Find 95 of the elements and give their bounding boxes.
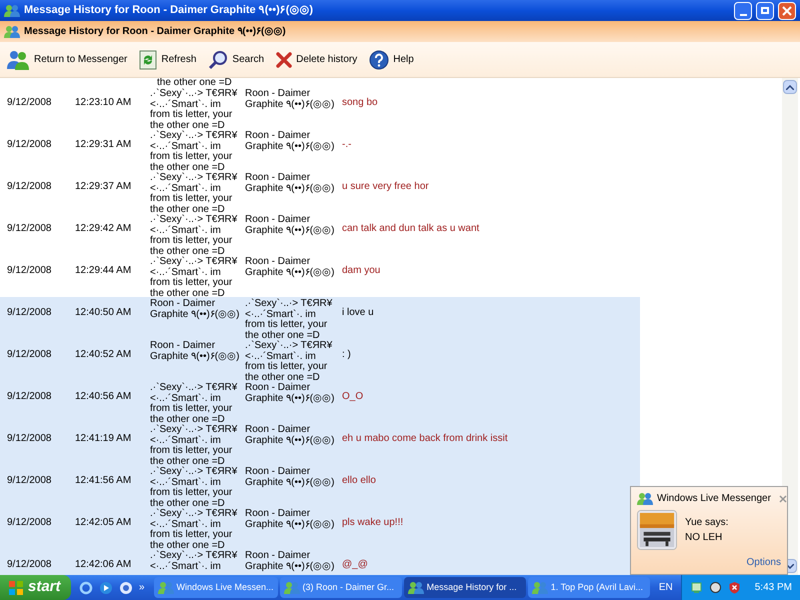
clock: 5:43 PM bbox=[754, 581, 792, 595]
toolbar-button[interactable]: Refresh bbox=[139, 50, 196, 70]
security-alert-icon[interactable] bbox=[728, 581, 741, 594]
scroll-up-icon[interactable] bbox=[783, 80, 797, 94]
time-cell: 12:42:06 AM bbox=[75, 559, 132, 570]
recipient-cell-text: Roon - Daimer Graphite ٩(••)۶(◎◎) bbox=[245, 89, 336, 110]
date-cell: 9/12/2008 bbox=[7, 517, 52, 528]
message-cell: @_@ bbox=[342, 559, 368, 570]
sender-cell-text: .·`Sexy`·..·> T€ЯR¥ <·..·´Smart`·. im from tis letter, your the other one =D bbox=[150, 509, 238, 550]
taskbar-button[interactable]: (3) Roon - Daimer Gr... bbox=[280, 577, 402, 598]
sender-cell-text: .·`Sexy`·..·> T€ЯR¥ <·..·´Smart`·. im from tis letter, your the other one =D bbox=[150, 215, 238, 256]
time-cell: 12:29:44 AM bbox=[75, 265, 132, 276]
date-cell: 9/12/2008 bbox=[7, 559, 52, 570]
network-icon[interactable] bbox=[690, 581, 703, 594]
time-cell: 12:23:10 AM bbox=[75, 97, 132, 108]
time-cell: 12:41:19 AM bbox=[75, 433, 132, 444]
recipient-cell-text: Roon - Daimer Graphite ٩(••)۶(◎◎) bbox=[245, 467, 336, 488]
people-icon bbox=[6, 48, 30, 70]
minimize-button[interactable] bbox=[734, 2, 752, 20]
recipient-cell-text: .·`Sexy`·..·> T€ЯR¥ <·..·´Smart`·. im from tis letter, your the other one =D bbox=[245, 299, 334, 340]
sender-cell-text: Roon - Daimer Graphite ٩(••)۶(◎◎) bbox=[150, 341, 240, 362]
toolbar-button[interactable]: Return to Messenger bbox=[6, 48, 128, 70]
sender-cell-text: .·`Sexy`·..·> T€ЯR¥ <·..·´Smart`·. im bbox=[150, 551, 238, 572]
sender-cell-text: .·`Sexy`·..·> T€ЯR¥ <·..·´Smart`·. im from tis letter, your the other one =D bbox=[150, 425, 238, 466]
restore-button[interactable] bbox=[756, 2, 774, 20]
taskbar-button[interactable]: Windows Live Messen... bbox=[154, 577, 278, 598]
recipient-cell-text: Roon - Daimer Graphite ٩(••)۶(◎◎) bbox=[245, 131, 336, 152]
toolbar-button[interactable]: Delete history bbox=[276, 52, 358, 68]
recipient-cell-text: Roon - Daimer Graphite ٩(••)۶(◎◎) bbox=[245, 509, 336, 530]
time-cell: 12:40:56 AM bbox=[75, 391, 132, 402]
popup-message: NO LEH bbox=[685, 531, 724, 545]
date-cell: 9/12/2008 bbox=[7, 307, 52, 318]
toolbar-button[interactable]: Help bbox=[369, 50, 414, 70]
taskbar-button[interactable]: Message History for ... bbox=[404, 577, 526, 598]
options-link[interactable]: Options bbox=[746, 555, 781, 570]
message-cell: : ) bbox=[342, 349, 351, 360]
refresh-icon bbox=[139, 50, 158, 70]
message-cell: O_O bbox=[342, 391, 364, 402]
date-cell: 9/12/2008 bbox=[7, 475, 52, 486]
time-cell: 12:29:31 AM bbox=[75, 139, 132, 150]
recipient-cell-text: Roon - Daimer Graphite ٩(••)۶(◎◎) bbox=[245, 173, 336, 194]
sender-cell-text: .·`Sexy`·..·> T€ЯR¥ <·..·´Smart`·. im from tis letter, your the other one =D bbox=[150, 383, 238, 424]
date-cell: 9/12/2008 bbox=[7, 97, 52, 108]
help-icon bbox=[369, 50, 390, 70]
sender-cell-text: .·`Sexy`·..·> T€ЯR¥ <·..·´Smart`·. im from tis letter, your the other one =D bbox=[150, 257, 238, 298]
close-icon bbox=[782, 6, 792, 16]
sender-cell-text: Roon - Daimer Graphite ٩(••)۶(◎◎) bbox=[150, 299, 240, 320]
date-cell: 9/12/2008 bbox=[7, 265, 52, 276]
time-cell: 12:29:42 AM bbox=[75, 223, 132, 234]
sender-cell-text: .·`Sexy`·..·> T€ЯR¥ <·..·´Smart`·. im from tis letter, your the other one =D bbox=[150, 173, 238, 214]
toolbar-button[interactable]: Search bbox=[208, 50, 264, 70]
sender-cell-text: .·`Sexy`·..·> T€ЯR¥ <·..·´Smart`·. im from tis letter, your the other one =D bbox=[150, 467, 238, 508]
date-cell: 9/12/2008 bbox=[7, 433, 52, 444]
popup-sender: Yue says: bbox=[685, 516, 728, 530]
windows-logo-icon bbox=[8, 580, 24, 596]
time-cell: 12:29:37 AM bbox=[75, 181, 132, 192]
date-cell: 9/12/2008 bbox=[7, 181, 52, 192]
message-cell: pls wake up!!! bbox=[342, 517, 404, 528]
recipient-cell-text: Roon - Daimer Graphite ٩(••)۶(◎◎) bbox=[245, 383, 336, 404]
scrollbar[interactable] bbox=[782, 78, 798, 575]
popup-title: Windows Live Messenger bbox=[657, 492, 771, 506]
delete-icon bbox=[276, 52, 292, 68]
date-cell: 9/12/2008 bbox=[7, 223, 52, 234]
more-icon[interactable]: » bbox=[138, 582, 145, 592]
message-cell: ello ello bbox=[342, 475, 376, 486]
date-cell: 9/12/2008 bbox=[7, 139, 52, 150]
message-cell: i love u bbox=[342, 307, 374, 318]
recipient-cell-text: .·`Sexy`·..·> T€ЯR¥ <·..·´Smart`·. im from tis letter, your the other one =D bbox=[245, 341, 334, 382]
message-cell: song bo bbox=[342, 97, 378, 108]
message-cell: -.- bbox=[342, 139, 352, 150]
close-icon[interactable] bbox=[778, 494, 787, 502]
sender-cell-text: .·`Sexy`·..·> T€ЯR¥ <·..·´Smart`·. im from tis letter, your the other one =D bbox=[150, 89, 238, 130]
recipient-cell-text: Roon - Daimer Graphite ٩(••)۶(◎◎) bbox=[245, 257, 336, 278]
date-cell: 9/12/2008 bbox=[7, 349, 52, 360]
header-title: Message History for Roon - Daimer Graphite ٩(••)۶(◎◎) bbox=[24, 25, 286, 39]
message-cell: u sure very free hor bbox=[342, 181, 429, 192]
language-indicator[interactable]: EN bbox=[650, 580, 681, 595]
window-title: Message History for Roon - Daimer Graphite ٩(••)۶(◎◎) bbox=[24, 3, 314, 18]
message-cell: eh u mabo come back from drink issit bbox=[342, 433, 508, 444]
message-sender: the other one =D bbox=[157, 78, 233, 87]
recipient-cell-text: Roon - Daimer Graphite ٩(••)۶(◎◎) bbox=[245, 215, 336, 236]
message-cell: dam you bbox=[342, 265, 380, 276]
media-player-icon[interactable] bbox=[98, 580, 113, 594]
close-button[interactable] bbox=[778, 2, 796, 20]
message-cell: can talk and dun talk as u want bbox=[342, 223, 480, 234]
time-cell: 12:42:05 AM bbox=[75, 517, 132, 528]
search-icon bbox=[208, 50, 228, 70]
time-cell: 12:41:56 AM bbox=[75, 475, 132, 486]
time-cell: 12:40:50 AM bbox=[75, 307, 132, 318]
time-cell: 12:40:52 AM bbox=[75, 349, 132, 360]
sender-cell-text: .·`Sexy`·..·> T€ЯR¥ <·..·´Smart`·. im from tis letter, your the other one =D bbox=[150, 131, 238, 172]
recipient-cell-text: Roon - Daimer Graphite ٩(••)۶(◎◎) bbox=[245, 425, 336, 446]
recipient-cell-text: Roon - Daimer Graphite ٩(••)۶(◎◎) bbox=[245, 551, 336, 572]
date-cell: 9/12/2008 bbox=[7, 391, 52, 402]
taskbar-button[interactable]: 1. Top Pop (Avril Lavi... bbox=[528, 577, 650, 598]
